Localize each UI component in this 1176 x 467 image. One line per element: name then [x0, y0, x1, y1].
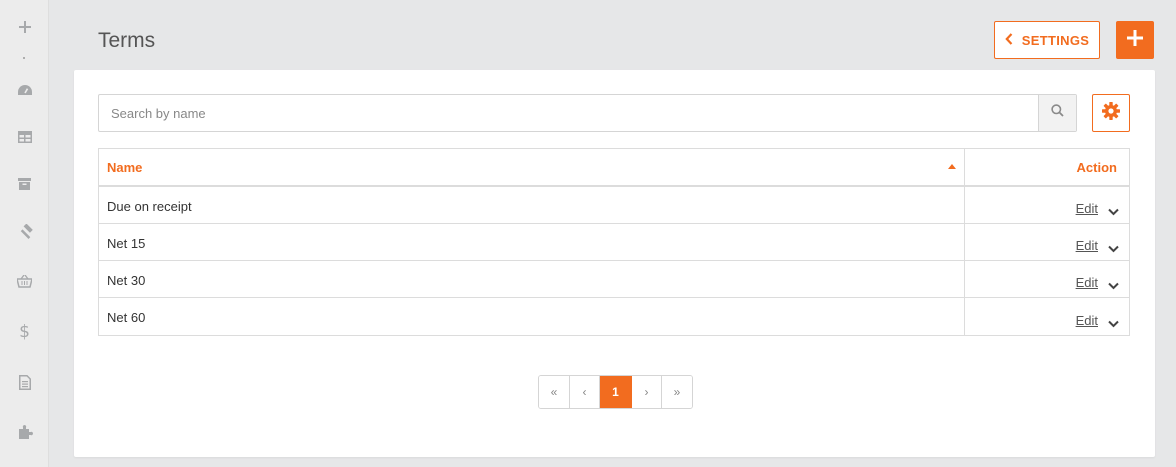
settings-button-label: SETTINGS [1021, 32, 1090, 48]
table-icon[interactable] [0, 125, 49, 149]
pagination-next[interactable]: › [632, 376, 662, 408]
search-icon [1051, 104, 1064, 122]
column-header-action: Action [965, 149, 1129, 185]
row-actions: Edit [965, 224, 1129, 260]
pagination-page-current[interactable]: 1 [600, 376, 632, 408]
row-actions: Edit [965, 261, 1129, 297]
search-bar [98, 94, 1077, 132]
page-title: Terms [98, 29, 156, 52]
gear-icon [1101, 101, 1121, 126]
search-button[interactable] [1038, 95, 1076, 131]
search-input[interactable] [99, 95, 1038, 131]
sort-ascending-icon [948, 164, 956, 169]
basket-icon[interactable] [0, 269, 49, 293]
plus-icon[interactable] [0, 15, 49, 39]
edit-link[interactable]: Edit [1076, 201, 1098, 216]
sidebar: $ [0, 0, 49, 467]
document-icon[interactable] [0, 370, 49, 394]
chevron-left-icon [1005, 32, 1013, 48]
archive-icon[interactable] [0, 172, 49, 196]
chevron-down-icon[interactable] [1108, 282, 1119, 290]
plus-icon [1127, 29, 1143, 51]
hammer-icon[interactable] [0, 220, 49, 244]
term-name: Net 60 [99, 298, 965, 335]
term-name: Net 30 [99, 261, 965, 297]
term-name: Due on receipt [99, 187, 965, 223]
row-actions: Edit [965, 298, 1129, 335]
pagination: « ‹ 1 › » [538, 375, 693, 409]
chevron-down-icon[interactable] [1108, 208, 1119, 216]
puzzle-icon[interactable] [0, 420, 49, 444]
table-row: Net 60 Edit [99, 298, 1129, 335]
table-settings-button[interactable] [1092, 94, 1130, 132]
pagination-last[interactable]: » [662, 376, 692, 408]
dollar-icon[interactable]: $ [0, 320, 49, 344]
dashboard-icon[interactable] [0, 78, 49, 102]
edit-link[interactable]: Edit [1076, 238, 1098, 253]
table-header: Name Action [99, 149, 1129, 187]
column-header-action-label: Action [1076, 159, 1117, 175]
table-row: Net 30 Edit [99, 261, 1129, 298]
table-row: Due on receipt Edit [99, 187, 1129, 224]
terms-card: Name Action Due on receipt Edit Net 15 E… [74, 70, 1155, 457]
pagination-prev[interactable]: ‹ [570, 376, 600, 408]
add-button[interactable] [1116, 21, 1154, 59]
edit-link[interactable]: Edit [1076, 313, 1098, 328]
column-header-name-label: Name [107, 159, 143, 175]
separator-dot [23, 57, 25, 59]
settings-button[interactable]: SETTINGS [994, 21, 1100, 59]
column-header-name[interactable]: Name [99, 149, 965, 185]
chevron-down-icon[interactable] [1108, 320, 1119, 328]
pagination-first[interactable]: « [539, 376, 570, 408]
terms-table: Name Action Due on receipt Edit Net 15 E… [98, 148, 1130, 336]
row-actions: Edit [965, 187, 1129, 223]
edit-link[interactable]: Edit [1076, 275, 1098, 290]
table-row: Net 15 Edit [99, 224, 1129, 261]
chevron-down-icon[interactable] [1108, 245, 1119, 253]
term-name: Net 15 [99, 224, 965, 260]
